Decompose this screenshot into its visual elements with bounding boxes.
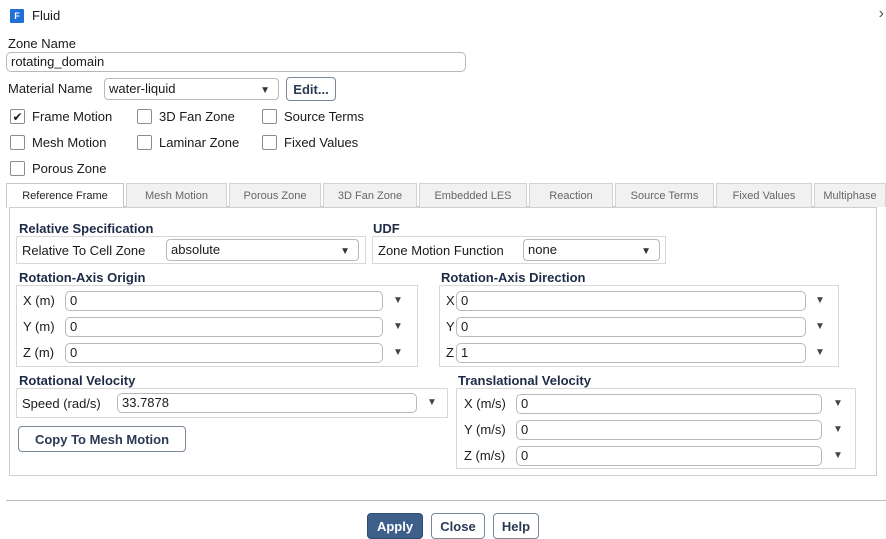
close-button[interactable]: Close xyxy=(431,513,485,539)
chevron-down-icon: ▼ xyxy=(641,246,651,257)
speed-input[interactable]: 33.7878 xyxy=(117,393,417,413)
chevron-down-icon: ▼ xyxy=(340,246,350,257)
laminar-zone-checkbox[interactable] xyxy=(137,135,152,150)
fixed-values-label: Fixed Values xyxy=(284,135,359,150)
tab-fixed-values[interactable]: Fixed Values xyxy=(716,183,812,207)
window-title-text: Fluid xyxy=(32,8,61,23)
zone-name-input[interactable]: rotating_domain xyxy=(6,52,466,72)
udf-title: UDF xyxy=(373,221,400,236)
origin-y-menu-icon[interactable]: ▼ xyxy=(393,321,403,332)
fan-zone-3d-option[interactable]: 3D Fan Zone xyxy=(137,109,235,124)
tab-reaction[interactable]: Reaction xyxy=(529,183,613,207)
window-title: F Fluid xyxy=(10,8,60,23)
edit-material-button[interactable]: Edit... xyxy=(286,77,336,101)
tab-3d-fan-zone[interactable]: 3D Fan Zone xyxy=(323,183,417,207)
direction-z-input[interactable]: 1 xyxy=(456,343,806,363)
rotation-axis-direction-title: Rotation-Axis Direction xyxy=(441,270,586,285)
direction-y-menu-icon[interactable]: ▼ xyxy=(815,321,825,332)
laminar-zone-label: Laminar Zone xyxy=(159,135,240,150)
footer-separator xyxy=(6,500,886,501)
tab-reference-frame[interactable]: Reference Frame xyxy=(6,183,124,208)
close-window-icon[interactable]: › xyxy=(879,5,884,23)
frame-motion-checkbox[interactable]: ✔ xyxy=(10,109,25,124)
frame-motion-option[interactable]: ✔ Frame Motion xyxy=(10,109,112,124)
source-terms-option[interactable]: Source Terms xyxy=(262,109,364,124)
tab-embedded-les[interactable]: Embedded LES xyxy=(419,183,527,207)
tab-porous-zone[interactable]: Porous Zone xyxy=(229,183,321,207)
tab-source-terms[interactable]: Source Terms xyxy=(615,183,714,207)
origin-z-label: Z (m) xyxy=(23,345,55,360)
relative-to-cell-zone-label: Relative To Cell Zone xyxy=(22,243,146,258)
source-terms-label: Source Terms xyxy=(284,109,364,124)
speed-menu-icon[interactable]: ▼ xyxy=(427,397,437,408)
tab-mesh-motion[interactable]: Mesh Motion xyxy=(126,183,227,207)
zone-name-label: Zone Name xyxy=(8,36,76,51)
relative-to-cell-zone-value: absolute xyxy=(171,242,221,257)
rotational-velocity-title: Rotational Velocity xyxy=(19,373,136,388)
zone-motion-function-label: Zone Motion Function xyxy=(378,243,504,258)
tab-bar: Reference Frame Mesh Motion Porous Zone … xyxy=(6,183,886,208)
trans-z-label: Z (m/s) xyxy=(464,448,506,463)
trans-y-menu-icon[interactable]: ▼ xyxy=(833,424,843,435)
trans-x-input[interactable]: 0 xyxy=(516,394,822,414)
mesh-motion-option[interactable]: Mesh Motion xyxy=(10,135,106,150)
laminar-zone-option[interactable]: Laminar Zone xyxy=(137,135,239,150)
direction-x-input[interactable]: 0 xyxy=(456,291,806,311)
direction-z-menu-icon[interactable]: ▼ xyxy=(815,347,825,358)
source-terms-checkbox[interactable] xyxy=(262,109,277,124)
fixed-values-option[interactable]: Fixed Values xyxy=(262,135,358,150)
trans-z-menu-icon[interactable]: ▼ xyxy=(833,450,843,461)
origin-x-label: X (m) xyxy=(23,293,55,308)
copy-to-mesh-motion-button[interactable]: Copy To Mesh Motion xyxy=(18,426,186,452)
trans-z-input[interactable]: 0 xyxy=(516,446,822,466)
apply-button[interactable]: Apply xyxy=(367,513,423,539)
direction-z-label: Z xyxy=(446,345,454,360)
tab-multiphase[interactable]: Multiphase xyxy=(814,183,886,207)
trans-y-input[interactable]: 0 xyxy=(516,420,822,440)
origin-z-input[interactable]: 0 xyxy=(65,343,383,363)
origin-y-label: Y (m) xyxy=(23,319,55,334)
direction-y-label: Y xyxy=(446,319,455,334)
fixed-values-checkbox[interactable] xyxy=(262,135,277,150)
frame-motion-label: Frame Motion xyxy=(32,109,113,124)
direction-x-label: X xyxy=(446,293,455,308)
fan-zone-3d-checkbox[interactable] xyxy=(137,109,152,124)
porous-zone-option[interactable]: Porous Zone xyxy=(10,161,106,176)
porous-zone-checkbox[interactable] xyxy=(10,161,25,176)
relative-specification-title: Relative Specification xyxy=(19,221,154,236)
trans-y-label: Y (m/s) xyxy=(464,422,506,437)
material-name-dropdown[interactable]: water-liquid ▼ xyxy=(104,78,279,100)
help-button[interactable]: Help xyxy=(493,513,539,539)
chevron-down-icon: ▼ xyxy=(260,85,270,96)
material-name-label: Material Name xyxy=(8,81,93,96)
porous-zone-label: Porous Zone xyxy=(32,161,107,176)
origin-y-input[interactable]: 0 xyxy=(65,317,383,337)
translational-velocity-title: Translational Velocity xyxy=(458,373,591,388)
origin-x-input[interactable]: 0 xyxy=(65,291,383,311)
material-name-value: water-liquid xyxy=(109,81,176,96)
relative-to-cell-zone-dropdown[interactable]: absolute ▼ xyxy=(166,239,359,261)
speed-label: Speed (rad/s) xyxy=(22,396,101,411)
rotation-axis-origin-title: Rotation-Axis Origin xyxy=(19,270,146,285)
origin-x-menu-icon[interactable]: ▼ xyxy=(393,295,403,306)
direction-y-input[interactable]: 0 xyxy=(456,317,806,337)
fluent-app-icon: F xyxy=(10,8,24,23)
mesh-motion-checkbox[interactable] xyxy=(10,135,25,150)
zone-motion-function-value: none xyxy=(528,242,557,257)
direction-x-menu-icon[interactable]: ▼ xyxy=(815,295,825,306)
zone-motion-function-dropdown[interactable]: none ▼ xyxy=(523,239,660,261)
trans-x-label: X (m/s) xyxy=(464,396,506,411)
trans-x-menu-icon[interactable]: ▼ xyxy=(833,398,843,409)
mesh-motion-label: Mesh Motion xyxy=(32,135,107,150)
origin-z-menu-icon[interactable]: ▼ xyxy=(393,347,403,358)
fan-zone-3d-label: 3D Fan Zone xyxy=(159,109,235,124)
